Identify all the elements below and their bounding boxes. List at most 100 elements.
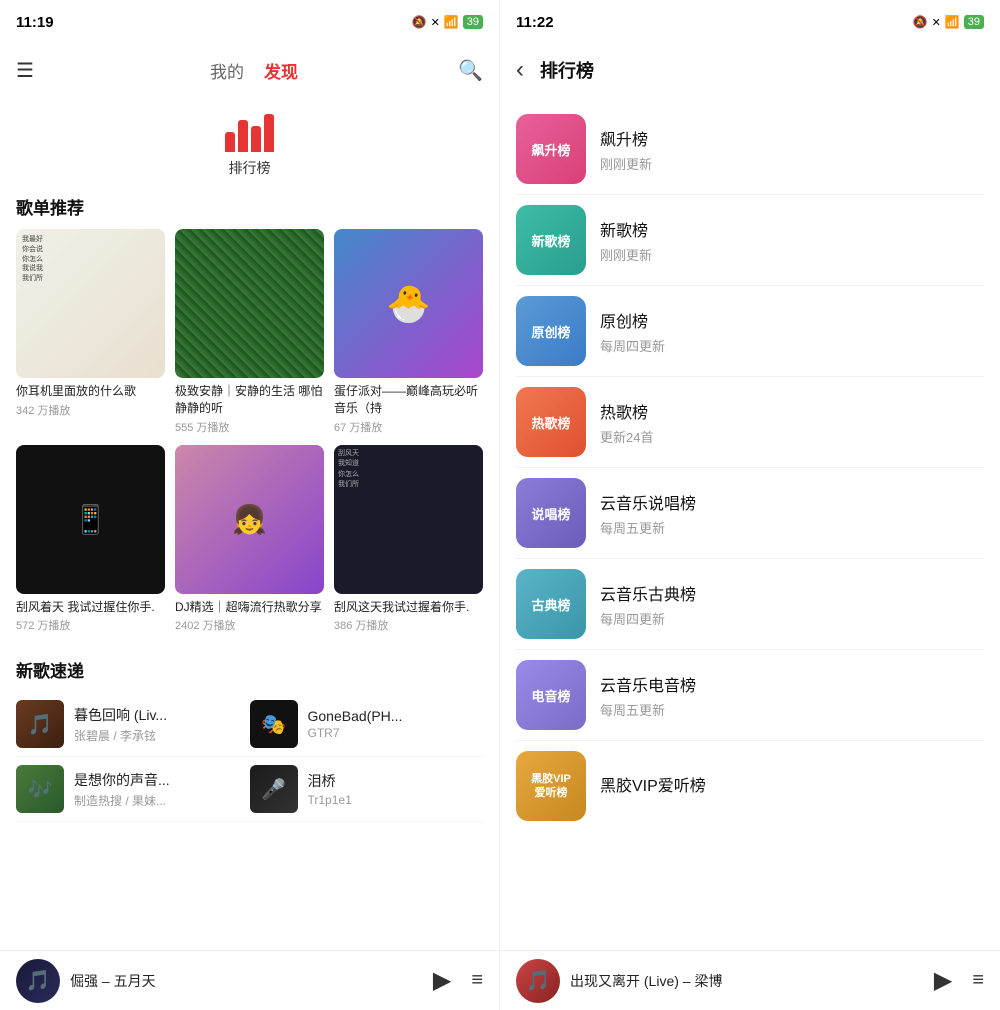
badge-label: 热歌榜 xyxy=(531,413,570,432)
bar2 xyxy=(238,120,248,152)
tab-my[interactable]: 我的 xyxy=(210,58,244,83)
left-player-controls: ▶ ≡ xyxy=(433,966,483,995)
left-player-info: 倔强 – 五月天 xyxy=(70,971,423,991)
chart-list-item[interactable]: 热歌榜 热歌榜 更新24首 xyxy=(516,377,984,468)
new-song-info-2: GoneBad(PH... GTR7 xyxy=(308,708,484,740)
new-song-thumb-3: 🎶 xyxy=(16,765,64,813)
chart-name-3: 热歌榜 xyxy=(600,399,984,423)
chart-list-item[interactable]: 古典榜 云音乐古典榜 每周四更新 xyxy=(516,559,984,650)
search-icon[interactable]: 🔍 xyxy=(458,58,483,83)
new-song-item[interactable]: 🎭 GoneBad(PH... GTR7 xyxy=(250,692,484,757)
new-song-item[interactable]: 🎤 泪桥 Tr1p1e1 xyxy=(250,757,484,822)
chart-label: 排行榜 xyxy=(229,158,271,178)
playlist-thumb-1: 我最好你会说你怎么我说我我们所 xyxy=(16,229,165,378)
chart-list: 飙升榜 飙升榜 刚刚更新 新歌榜 新歌榜 刚刚更新 原创榜 原创榜 每周 xyxy=(500,96,1000,950)
bar4 xyxy=(264,114,274,152)
playlist-item[interactable]: 刮风天 我知道 你怎么 我们所 刮风这天我试过握着你手. 386 万播放 xyxy=(334,445,483,634)
chart-list-item[interactable]: 黑胶VIP爱听榜 黑胶VIP爱听榜 xyxy=(516,741,984,831)
new-song-title-2: GoneBad(PH... xyxy=(308,708,484,724)
chart-icon-area: 排行榜 xyxy=(0,96,499,186)
right-play-button[interactable]: ▶ xyxy=(934,966,952,995)
chart-update-1: 刚刚更新 xyxy=(600,245,984,264)
chart-bars-icon xyxy=(225,112,274,152)
right-player-controls: ▶ ≡ xyxy=(934,966,984,995)
playlist-plays-5: 2402 万播放 xyxy=(175,617,324,633)
new-song-info-1: 暮色回响 (Liv... 张碧晨 / 李承铉 xyxy=(74,705,250,744)
left-player-title: 倔强 – 五月天 xyxy=(70,971,423,991)
new-song-item[interactable]: 🎶 是想你的声音... 制造热搜 / 果妹... xyxy=(16,757,250,822)
playlist-name-5: DJ精选｜超嗨流行热歌分享 xyxy=(175,599,324,616)
playlist-grid: 我最好你会说你怎么我说我我们所 你耳机里面放的什么歌 342 万播放 极致安静｜… xyxy=(0,229,499,649)
chart-info-2: 原创榜 每周四更新 xyxy=(600,308,984,355)
wifi-icon: 📶 xyxy=(444,15,459,29)
chart-update-4: 每周五更新 xyxy=(600,518,984,537)
playlist-item[interactable]: 📱 刮风着天 我试过握住你手. 572 万播放 xyxy=(16,445,165,634)
new-song-artist-3: 制造热搜 / 果妹... xyxy=(74,792,250,809)
signal-icon: 🔕 xyxy=(412,15,427,29)
chart-list-item[interactable]: 新歌榜 新歌榜 刚刚更新 xyxy=(516,195,984,286)
badge-label: 古典榜 xyxy=(531,595,570,614)
playlist-item[interactable]: 👧 DJ精选｜超嗨流行热歌分享 2402 万播放 xyxy=(175,445,324,634)
playlist-thumb-2 xyxy=(175,229,324,378)
close-icon: ✕ xyxy=(431,16,440,29)
right-player-info: 出现又离开 (Live) – 梁博 xyxy=(570,971,924,991)
menu-icon[interactable]: ☰ xyxy=(16,58,34,83)
new-songs-section: 🎵 暮色回响 (Liv... 张碧晨 / 李承铉 🎭 GoneBad(PH...… xyxy=(0,692,499,822)
chart-name-6: 云音乐电音榜 xyxy=(600,672,984,696)
new-song-thumb-2: 🎭 xyxy=(250,700,298,748)
playlist-thumb-6: 刮风天 我知道 你怎么 我们所 xyxy=(334,445,483,594)
right-nav-bar: ‹ 排行榜 xyxy=(500,44,1000,96)
playlist-thumb-4: 📱 xyxy=(16,445,165,594)
chart-badge-diyin: 电音榜 xyxy=(516,660,586,730)
chart-name-0: 飙升榜 xyxy=(600,126,984,150)
chart-update-5: 每周四更新 xyxy=(600,609,984,628)
right-player-title: 出现又离开 (Live) – 梁博 xyxy=(570,971,924,991)
chart-info-1: 新歌榜 刚刚更新 xyxy=(600,217,984,264)
playlist-item[interactable]: 极致安静｜安静的生活 哪怕静静的听 555 万播放 xyxy=(175,229,324,435)
chart-update-2: 每周四更新 xyxy=(600,336,984,355)
playlist-name-3: 蛋仔派对——巅峰高玩必听音乐（持 xyxy=(334,383,483,417)
badge-label: 黑胶VIP爱听榜 xyxy=(531,772,571,801)
bar1 xyxy=(225,132,235,152)
new-song-thumb-4: 🎤 xyxy=(250,765,298,813)
right-signal-icon: 🔕 xyxy=(913,15,928,29)
new-song-thumb-1: 🎵 xyxy=(16,700,64,748)
right-playlist-button[interactable]: ≡ xyxy=(972,969,984,992)
new-song-info-3: 是想你的声音... 制造热搜 / 果妹... xyxy=(74,770,250,809)
chart-list-item[interactable]: 飙升榜 飙升榜 刚刚更新 xyxy=(516,104,984,195)
left-playlist-button[interactable]: ≡ xyxy=(471,969,483,992)
chart-info-0: 飙升榜 刚刚更新 xyxy=(600,126,984,173)
right-panel: 11:22 🔕 ✕ 📶 39 ‹ 排行榜 飙升榜 飙升榜 刚刚更新 新歌榜 xyxy=(500,0,1000,1010)
new-songs-title: 新歌速递 xyxy=(0,649,499,692)
right-page-title: 排行榜 xyxy=(540,57,594,83)
left-panel: 11:19 🔕 ✕ 📶 39 ☰ 我的 发现 🔍 排行榜 歌单推荐 xyxy=(0,0,500,1010)
right-bottom-player: 🎵 出现又离开 (Live) – 梁博 ▶ ≡ xyxy=(500,950,1000,1010)
badge-label: 原创榜 xyxy=(531,322,570,341)
chart-badge-rege: 热歌榜 xyxy=(516,387,586,457)
chart-name-5: 云音乐古典榜 xyxy=(600,581,984,605)
chart-info-7: 黑胶VIP爱听榜 xyxy=(600,772,984,800)
playlist-plays-2: 555 万播放 xyxy=(175,419,324,435)
chart-name-1: 新歌榜 xyxy=(600,217,984,241)
chart-badge-gudian: 古典榜 xyxy=(516,569,586,639)
chart-name-7: 黑胶VIP爱听榜 xyxy=(600,772,984,796)
chart-name-4: 云音乐说唱榜 xyxy=(600,490,984,514)
playlist-plays-3: 67 万播放 xyxy=(334,419,483,435)
chart-info-4: 云音乐说唱榜 每周五更新 xyxy=(600,490,984,537)
tab-discover[interactable]: 发现 xyxy=(264,58,298,83)
chart-badge-xinge: 新歌榜 xyxy=(516,205,586,275)
playlist-item[interactable]: 我最好你会说你怎么我说我我们所 你耳机里面放的什么歌 342 万播放 xyxy=(16,229,165,435)
chart-list-item[interactable]: 电音榜 云音乐电音榜 每周五更新 xyxy=(516,650,984,741)
chart-list-item[interactable]: 原创榜 原创榜 每周四更新 xyxy=(516,286,984,377)
left-play-button[interactable]: ▶ xyxy=(433,966,451,995)
chart-badge-piaosheng: 飙升榜 xyxy=(516,114,586,184)
back-button[interactable]: ‹ xyxy=(516,56,524,84)
chart-badge-shuochang: 说唱榜 xyxy=(516,478,586,548)
chart-list-item[interactable]: 说唱榜 云音乐说唱榜 每周五更新 xyxy=(516,468,984,559)
playlist-item[interactable]: 🐣 蛋仔派对——巅峰高玩必听音乐（持 67 万播放 xyxy=(334,229,483,435)
new-song-title-3: 是想你的声音... xyxy=(74,770,250,790)
new-song-item[interactable]: 🎵 暮色回响 (Liv... 张碧晨 / 李承铉 xyxy=(16,692,250,757)
playlist-name-1: 你耳机里面放的什么歌 xyxy=(16,383,165,400)
chart-update-6: 每周五更新 xyxy=(600,700,984,719)
chart-update-3: 更新24首 xyxy=(600,427,984,446)
